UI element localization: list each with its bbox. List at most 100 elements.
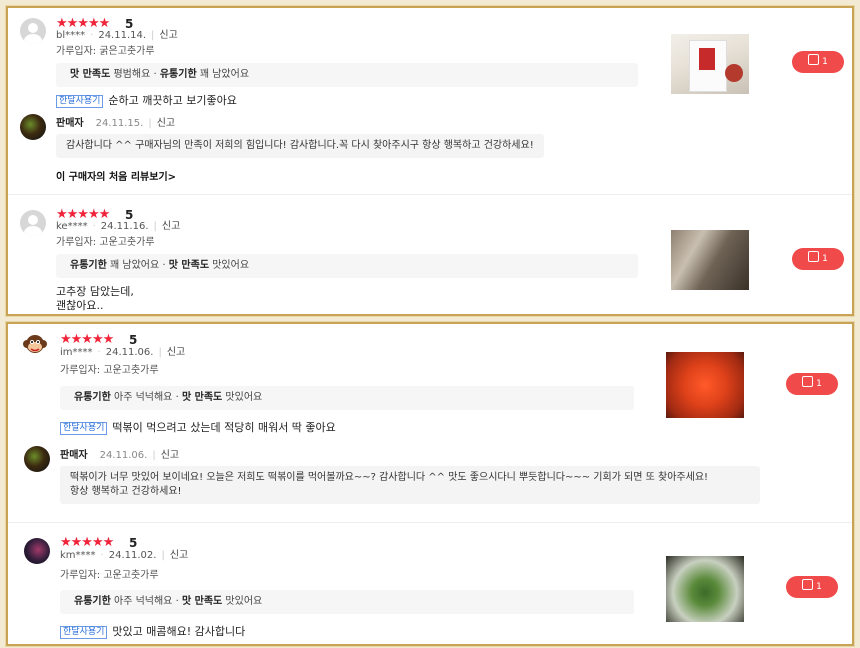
seller-avatar [24, 446, 50, 472]
seller-name: 판매자 [60, 450, 88, 461]
seller-reply-line: 항상 행복하고 건강하세요! [70, 486, 182, 497]
eval-label: 유통기한 [74, 392, 111, 403]
review-item: ★★★★★ 5 ke**** · 24.11.16. | 신고 가루입자: 고운고춧가루… [8, 196, 852, 314]
reviewer-id: im**** [60, 347, 93, 358]
seller-reply: 떡볶이가 너무 맛있어 보이네요! 오늘은 저희도 떡볶이를 먹어볼까요~~? … [60, 466, 760, 504]
seller-avatar [20, 114, 46, 140]
rating-score: 5 [129, 536, 138, 550]
review-text: 순하고 깨끗하고 보기좋아요 [108, 94, 237, 107]
like-button[interactable]: 1 [786, 373, 838, 395]
evaluation-box: 유통기한 아주 넉넉해요 · 맛 만족도 맛있어요 [60, 590, 634, 614]
like-button[interactable]: 1 [792, 248, 844, 270]
report-link[interactable]: 신고 [159, 30, 177, 41]
eval-value: 맛있어요 [212, 260, 250, 271]
eval-value: 맛있어요 [225, 392, 263, 403]
product-option: 가루입자: 고운고춧가루 [56, 237, 155, 248]
review-meta: km**** · 24.11.02. | 신고 [60, 550, 189, 561]
eval-label: 유통기한 [70, 260, 107, 271]
review-item: ★★★★★ 5 km**** · 24.11.02. | 신고 가루입자: 고운고춧가루… [8, 524, 852, 644]
seller-reply: 감사합니다 ^^ 구매자님의 만족이 저희의 힘입니다! 감사합니다.꼭 다시 … [56, 134, 544, 158]
like-count: 1 [822, 254, 828, 264]
user-avatar [20, 210, 46, 236]
reviewer-id: ke**** [56, 221, 88, 232]
report-link[interactable]: 신고 [157, 118, 175, 129]
reviewer-id: bl**** [56, 30, 86, 41]
review-photo[interactable] [666, 556, 744, 622]
eval-label: 맛 만족도 [181, 596, 223, 607]
seller-meta: 판매자 24.11.06. | 신고 [60, 450, 180, 461]
review-text-line: 한달사용기 떡볶이 먹으려고 샀는데 적당히 매워서 딱 좋아요 [60, 421, 336, 435]
review-text: 고추장 담았는데, [56, 285, 134, 298]
review-text-line: 한달사용기 맛있고 매콤해요! 감사합니다 [60, 625, 245, 639]
review-item: ★★★★★ 5 bl**** · 24.11.14. | 신고 가루입자: 굵은고춧가루… [8, 8, 852, 194]
eval-label: 유통기한 [74, 596, 111, 607]
eval-label: 맛 만족도 [70, 69, 111, 80]
thumbs-up-icon [802, 376, 814, 387]
eval-label: 맛 만족도 [181, 392, 223, 403]
thumbs-up-icon [802, 579, 814, 590]
like-count: 1 [816, 379, 822, 389]
eval-value: 맛있어요 [225, 596, 263, 607]
review-text-line: 한달사용기 순하고 깨끗하고 보기좋아요 [56, 94, 237, 108]
eval-value: 평범해요 [113, 69, 151, 80]
report-link[interactable]: 신고 [162, 221, 180, 232]
seller-meta: 판매자 24.11.15. | 신고 [56, 118, 176, 129]
like-count: 1 [816, 582, 822, 592]
user-avatar [22, 332, 48, 358]
rating-stars: ★★★★★ [56, 16, 110, 31]
review-date: 24.11.02. [108, 550, 157, 561]
thumbs-up-icon [808, 251, 820, 262]
eval-value: 아주 넉넉해요 [114, 596, 173, 607]
product-option: 가루입자: 굵은고춧가루 [56, 46, 155, 57]
review-date: 24.11.14. [98, 30, 147, 41]
first-review-link[interactable]: 이 구매자의 처음 리뷰보기> [56, 168, 176, 183]
seller-reply-line: 떡볶이가 너무 맛있어 보이네요! 오늘은 저희도 떡볶이를 먹어볼까요~~? … [70, 472, 709, 483]
rating-stars: ★★★★★ [60, 535, 114, 550]
review-photo[interactable] [671, 34, 749, 94]
review-meta: im**** · 24.11.06. | 신고 [60, 347, 186, 358]
review-text: 괜찮아요.. [56, 299, 104, 312]
review-panel-top: ★★★★★ 5 bl**** · 24.11.14. | 신고 가루입자: 굵은고춧가루… [6, 6, 854, 316]
like-count: 1 [822, 57, 828, 67]
eval-value: 꽤 남았어요 [110, 260, 160, 271]
user-avatar [20, 18, 46, 44]
eval-label: 맛 만족도 [168, 260, 210, 271]
like-button[interactable]: 1 [792, 51, 844, 73]
review-text: 떡볶이 먹으려고 샀는데 적당히 매워서 딱 좋아요 [112, 421, 336, 434]
reviewer-id: km**** [60, 550, 96, 561]
evaluation-box: 유통기한 꽤 남았어요 · 맛 만족도 맛있어요 [56, 254, 638, 278]
usage-tag: 한달사용기 [60, 421, 108, 435]
rating-score: 5 [125, 17, 134, 31]
report-link[interactable]: 신고 [167, 347, 185, 358]
report-link[interactable]: 신고 [170, 550, 188, 561]
seller-name: 판매자 [56, 118, 84, 129]
product-option: 가루입자: 고운고춧가루 [60, 365, 159, 376]
review-date: 24.11.16. [100, 221, 149, 232]
usage-tag: 한달사용기 [60, 625, 108, 639]
eval-value: 아주 넉넉해요 [114, 392, 173, 403]
eval-label: 유통기한 [159, 69, 197, 80]
thumbs-up-icon [808, 54, 820, 65]
report-link[interactable]: 신고 [161, 450, 179, 461]
product-option: 가루입자: 고운고춧가루 [60, 570, 159, 581]
review-text: 맛있고 매콤해요! 감사합니다 [112, 625, 246, 638]
rating-score: 5 [129, 333, 138, 347]
rating-stars: ★★★★★ [60, 332, 114, 347]
review-photo[interactable] [671, 230, 749, 290]
evaluation-box: 맛 만족도 평범해요 · 유통기한 꽤 남았어요 [56, 63, 638, 87]
review-date: 24.11.06. [105, 347, 154, 358]
eval-value: 꽤 남았어요 [199, 69, 250, 80]
seller-date: 24.11.15. [95, 118, 144, 129]
review-photo[interactable] [666, 352, 744, 418]
monkey-icon [23, 335, 47, 353]
review-item: ★★★★★ 5 im**** · 24.11.06. | 신고 가루입자: 고운고춧가루… [8, 324, 852, 522]
usage-tag: 한달사용기 [56, 94, 104, 108]
review-meta: ke**** · 24.11.16. | 신고 [56, 221, 181, 232]
rating-stars: ★★★★★ [56, 207, 110, 222]
review-meta: bl**** · 24.11.14. | 신고 [56, 30, 178, 41]
rating-score: 5 [125, 208, 134, 222]
review-panel-bottom: ★★★★★ 5 im**** · 24.11.06. | 신고 가루입자: 고운고춧가루… [6, 322, 854, 646]
evaluation-box: 유통기한 아주 넉넉해요 · 맛 만족도 맛있어요 [60, 386, 634, 410]
user-avatar [24, 538, 50, 564]
like-button[interactable]: 1 [786, 576, 838, 598]
